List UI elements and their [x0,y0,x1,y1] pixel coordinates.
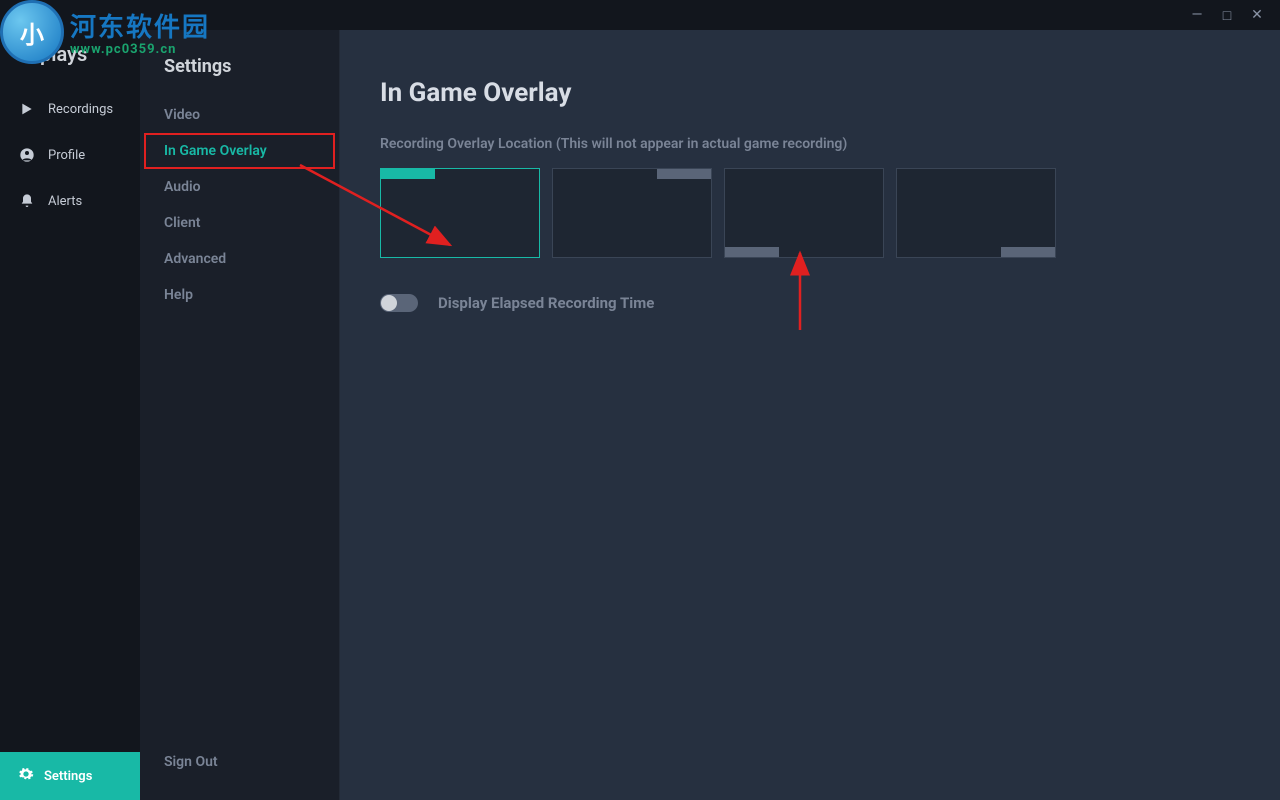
nav-profile[interactable]: Profile [0,132,140,178]
nav-label: Alerts [48,194,82,209]
watermark-overlay: 小 河东软件园 www.pc0359.cn [0,0,210,64]
annotation-arrow-icon [780,245,820,335]
maximize-button[interactable]: □ [1212,3,1242,27]
nav-settings[interactable]: Settings [0,752,140,800]
subnav-in-game-overlay[interactable]: In Game Overlay [144,133,335,169]
nav-label: Recordings [48,102,113,117]
overlay-position-bottom-left[interactable] [724,168,884,258]
subnav-advanced[interactable]: Advanced [140,241,339,277]
gear-icon [18,766,34,786]
overlay-position-top-right[interactable] [552,168,712,258]
bell-icon [18,192,36,210]
overlay-location-label: Recording Overlay Location (This will no… [380,136,1240,152]
overlay-position-bottom-right[interactable] [896,168,1056,258]
play-icon [18,100,36,118]
nav-recordings[interactable]: Recordings [0,86,140,132]
profile-icon [18,146,36,164]
subnav-client[interactable]: Client [140,205,339,241]
watermark-logo-icon: 小 [0,0,64,64]
sign-out-button[interactable]: Sign Out [140,734,339,800]
nav-label: Profile [48,148,85,163]
settings-subnav: Settings Video In Game Overlay Audio Cli… [140,30,340,800]
page-title: In Game Overlay [380,78,1240,108]
watermark-url-text: www.pc0359.cn [70,42,210,57]
elapsed-time-toggle[interactable] [380,294,418,312]
indicator-bar [381,169,435,179]
indicator-bar [1001,247,1055,257]
indicator-bar [657,169,711,179]
subnav-audio[interactable]: Audio [140,169,339,205]
primary-nav: plays Recordings Profile Alerts Settings [0,30,140,800]
minimize-button[interactable]: — [1182,3,1212,27]
subnav-help[interactable]: Help [140,277,339,313]
subnav-video[interactable]: Video [140,97,339,133]
watermark-cn-text: 河东软件园 [70,7,210,44]
nav-label: Settings [44,769,92,784]
nav-alerts[interactable]: Alerts [0,178,140,224]
content-panel: In Game Overlay Recording Overlay Locati… [340,30,1280,800]
close-button[interactable]: ✕ [1242,3,1272,27]
indicator-bar [725,247,779,257]
elapsed-time-label: Display Elapsed Recording Time [438,294,654,312]
overlay-position-top-left[interactable] [380,168,540,258]
overlay-location-options [380,168,1240,258]
elapsed-time-row: Display Elapsed Recording Time [380,294,1240,312]
